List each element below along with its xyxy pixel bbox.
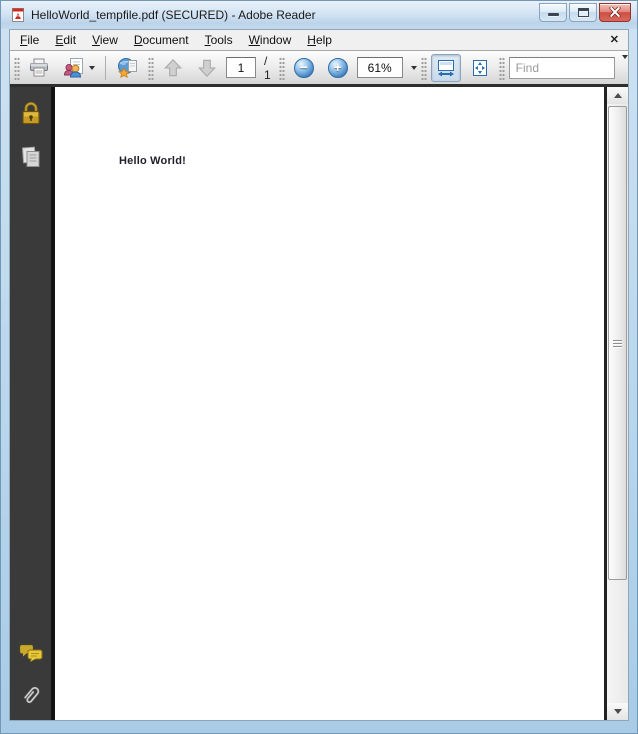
printer-icon	[30, 58, 48, 76]
collaborate-globe-icon	[118, 57, 137, 78]
scroll-up-arrow-icon	[613, 93, 622, 98]
zoom-in-button[interactable]: +	[323, 54, 353, 82]
document-text: Hello World!	[119, 155, 186, 167]
menu-file[interactable]: File	[12, 31, 47, 50]
fit-page-button[interactable]	[465, 54, 495, 82]
zoom-level-input[interactable]	[356, 57, 403, 78]
document-page[interactable]: Hello World!	[55, 87, 607, 720]
work-area: Hello World!	[10, 87, 628, 720]
toolbar-grip[interactable]	[14, 55, 20, 80]
next-page-arrow-icon	[198, 59, 216, 77]
comments-icon	[19, 644, 42, 662]
find-dropdown-caret-icon	[621, 54, 628, 76]
scrollbar-track[interactable]	[607, 104, 628, 703]
toolbar: / 1 − +	[10, 50, 628, 87]
menu-help[interactable]: Help	[299, 31, 340, 50]
titlebar[interactable]: HelloWorld_tempfile.pdf (SECURED) - Adob…	[1, 1, 637, 29]
fit-page-icon	[472, 59, 487, 76]
sidebar-item-security[interactable]	[16, 99, 46, 127]
zoom-dropdown-caret-icon[interactable]	[410, 65, 417, 70]
zoom-in-icon: +	[327, 57, 348, 78]
menu-edit[interactable]: Edit	[47, 31, 84, 50]
client-area: File Edit View Document Tools Window Hel…	[9, 29, 629, 721]
toolbar-grip[interactable]	[148, 55, 154, 80]
zoom-out-icon: −	[293, 57, 314, 78]
pages-icon	[21, 146, 39, 167]
menu-view[interactable]: View	[84, 31, 126, 50]
scroll-down-arrow-icon	[613, 709, 622, 714]
scroll-up-button[interactable]	[607, 87, 628, 104]
sidebar-item-pages[interactable]	[16, 143, 46, 171]
print-button[interactable]	[24, 54, 54, 82]
find-input[interactable]	[508, 56, 615, 79]
previous-page-button[interactable]	[158, 54, 188, 82]
paperclip-icon	[23, 686, 39, 704]
maximize-button[interactable]	[569, 2, 597, 22]
scrollbar-thumb[interactable]	[608, 106, 627, 580]
menu-document[interactable]: Document	[126, 31, 197, 50]
toolbar-grip[interactable]	[498, 55, 505, 80]
maximize-icon	[577, 7, 589, 17]
zoom-out-button[interactable]: −	[289, 54, 319, 82]
menu-window[interactable]: Window	[241, 31, 300, 50]
previous-page-arrow-icon	[164, 58, 182, 76]
sidebar-item-comments[interactable]	[16, 640, 46, 668]
share-review-button[interactable]	[58, 54, 99, 82]
vertical-scrollbar	[607, 87, 628, 720]
page-count-label: / 1	[264, 53, 271, 82]
next-page-button[interactable]	[192, 54, 222, 82]
toolbar-grip[interactable]	[278, 55, 285, 80]
scrollbar-grip-icon	[613, 339, 622, 347]
toolbar-grip[interactable]	[420, 55, 427, 80]
lock-icon	[22, 102, 39, 124]
collaborate-button[interactable]	[112, 54, 144, 82]
sidebar-item-attachments[interactable]	[16, 682, 46, 710]
minimize-icon	[547, 12, 559, 16]
navigation-sidebar	[10, 87, 55, 720]
close-button[interactable]	[599, 2, 631, 22]
menu-tools[interactable]: Tools	[197, 31, 241, 50]
window-title: HelloWorld_tempfile.pdf (SECURED) - Adob…	[31, 8, 316, 22]
page-number-input[interactable]	[226, 57, 256, 78]
scroll-down-button[interactable]	[607, 703, 628, 720]
menu-bar: File Edit View Document Tools Window Hel…	[10, 30, 628, 50]
find-dropdown-caret[interactable]	[615, 54, 633, 77]
adobe-reader-pdf-icon	[10, 7, 26, 23]
minimize-button[interactable]	[539, 2, 567, 22]
adobe-reader-window: HelloWorld_tempfile.pdf (SECURED) - Adob…	[0, 0, 638, 734]
toolbar-separator	[105, 55, 106, 80]
fit-width-button[interactable]	[430, 53, 461, 82]
close-icon	[609, 7, 621, 17]
share-dropdown-caret-icon	[89, 65, 95, 70]
share-with-people-icon	[63, 57, 83, 77]
find-combo	[508, 54, 633, 79]
close-document-icon[interactable]: ✕	[610, 33, 619, 46]
fit-width-icon	[437, 59, 454, 76]
window-controls	[539, 2, 631, 22]
